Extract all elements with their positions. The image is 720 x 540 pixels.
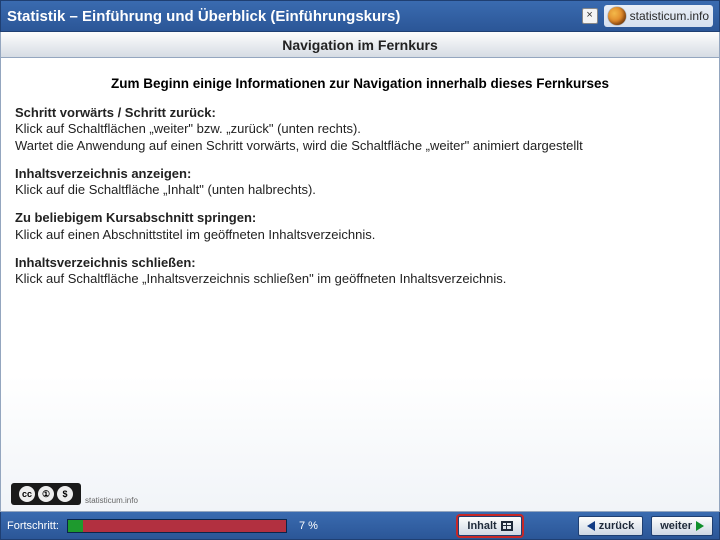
toc-button-label: Inhalt xyxy=(467,520,496,532)
next-button-label: weiter xyxy=(660,520,692,532)
cc-nc-icon: $ xyxy=(57,486,73,502)
paragraph-heading: Zu beliebigem Kursabschnitt springen: xyxy=(15,210,256,225)
progress-fill xyxy=(68,520,83,532)
paragraph-body: Wartet die Anwendung auf einen Schritt v… xyxy=(15,138,583,153)
paragraph-step: Schritt vorwärts / Schritt zurück: Klick… xyxy=(15,105,705,154)
table-icon xyxy=(501,521,513,531)
license-caption: statisticum.info xyxy=(85,496,138,505)
paragraph-body: Klick auf Schaltflächen „weiter" bzw. „z… xyxy=(15,121,361,136)
progress-percent: 7 % xyxy=(299,520,318,532)
paragraph-body: Klick auf Schaltfläche „Inhaltsverzeichn… xyxy=(15,271,506,286)
close-button[interactable]: × xyxy=(582,8,598,24)
paragraph-body: Klick auf einen Abschnittstitel im geöff… xyxy=(15,227,375,242)
back-button-label: zurück xyxy=(599,520,634,532)
paragraph-heading: Schritt vorwärts / Schritt zurück: xyxy=(15,105,216,120)
globe-icon xyxy=(608,7,626,25)
back-button[interactable]: zurück xyxy=(578,516,643,536)
footer-bar: Fortschritt: 7 % Inhalt zurück weiter xyxy=(0,512,720,540)
paragraph-toc-show: Inhaltsverzeichnis anzeigen: Klick auf d… xyxy=(15,166,705,199)
arrow-right-icon xyxy=(696,521,704,531)
brand-logo: statisticum.info xyxy=(604,5,713,27)
paragraph-heading: Inhaltsverzeichnis anzeigen: xyxy=(15,166,191,181)
cc-badge-icon: cc ① $ xyxy=(11,483,81,505)
cc-cc-icon: cc xyxy=(19,486,35,502)
next-button[interactable]: weiter xyxy=(651,516,713,536)
paragraph-jump: Zu beliebigem Kursabschnitt springen: Kl… xyxy=(15,210,705,243)
paragraph-heading: Inhaltsverzeichnis schließen: xyxy=(15,255,196,270)
cc-by-icon: ① xyxy=(38,486,54,502)
window-title: Statistik – Einführung und Überblick (Ei… xyxy=(7,8,582,25)
section-title: Navigation im Fernkurs xyxy=(0,32,720,58)
paragraph-body: Klick auf die Schaltfläche „Inhalt" (unt… xyxy=(15,182,316,197)
progress-label: Fortschritt: xyxy=(7,520,59,532)
paragraph-toc-close: Inhaltsverzeichnis schließen: Klick auf … xyxy=(15,255,705,288)
license-row: cc ① $ statisticum.info xyxy=(9,479,711,507)
app-frame: Statistik – Einführung und Überblick (Ei… xyxy=(0,0,720,540)
arrow-left-icon xyxy=(587,521,595,531)
progress-bar xyxy=(67,519,287,533)
toc-button[interactable]: Inhalt xyxy=(458,516,521,536)
intro-heading: Zum Beginn einige Informationen zur Navi… xyxy=(9,76,711,91)
title-bar: Statistik – Einführung und Überblick (Ei… xyxy=(0,0,720,32)
content-area: Zum Beginn einige Informationen zur Navi… xyxy=(0,58,720,512)
brand-text: statisticum.info xyxy=(630,9,709,23)
